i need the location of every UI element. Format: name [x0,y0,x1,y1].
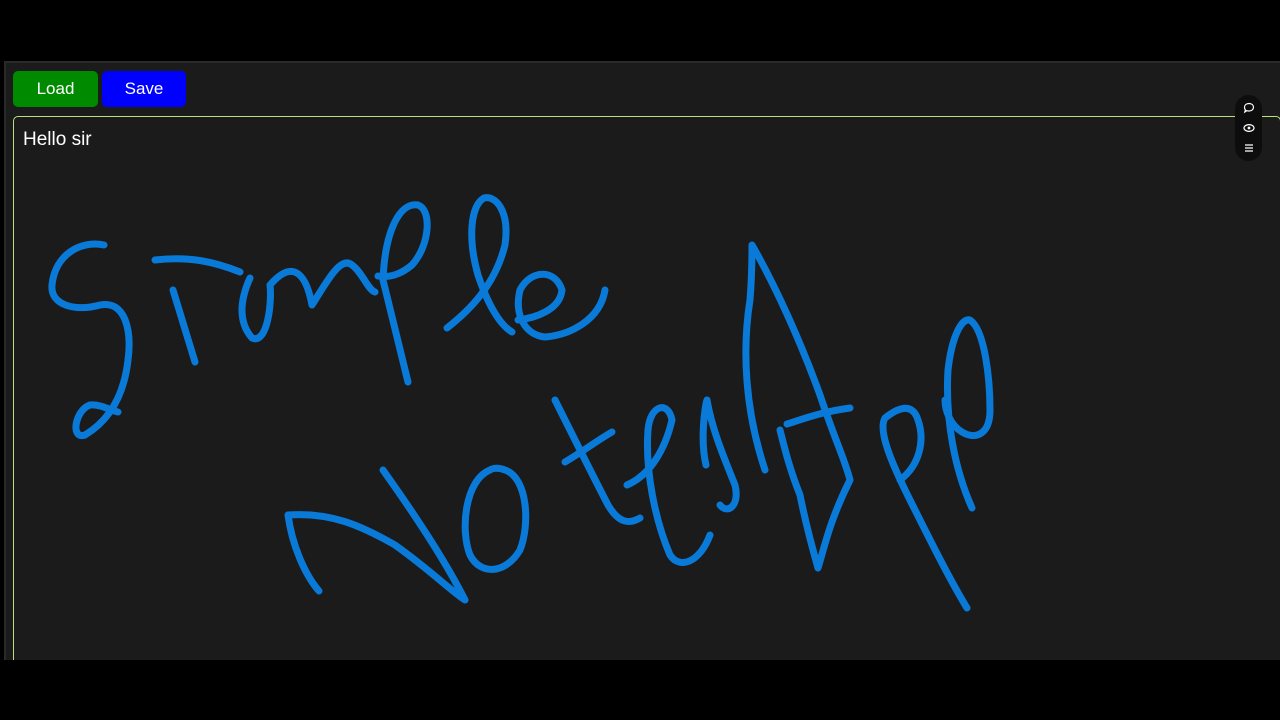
ink-stroke-s [48,240,133,439]
floating-toolbar [1235,95,1262,161]
ink-stroke-i [169,286,199,366]
ink-stroke-l [443,194,516,336]
comment-icon[interactable] [1242,101,1256,115]
ink-stroke-e [514,270,609,341]
handwriting-ink [48,194,994,612]
ink-stroke-p [374,201,431,386]
ink-stroke-a-bar [783,404,854,428]
ink-stroke-n [284,466,469,604]
ink-stroke-a [742,241,854,572]
ink-stroke-m [238,259,379,343]
ink-stroke-o [461,464,530,573]
ink-stroke-e2 [623,404,714,566]
ink-stroke-p3 [941,316,994,512]
ink-stroke-s2 [699,396,740,513]
menu-icon[interactable] [1242,141,1256,155]
eye-icon[interactable] [1242,121,1256,135]
ink-stroke-i-bar [151,255,244,276]
